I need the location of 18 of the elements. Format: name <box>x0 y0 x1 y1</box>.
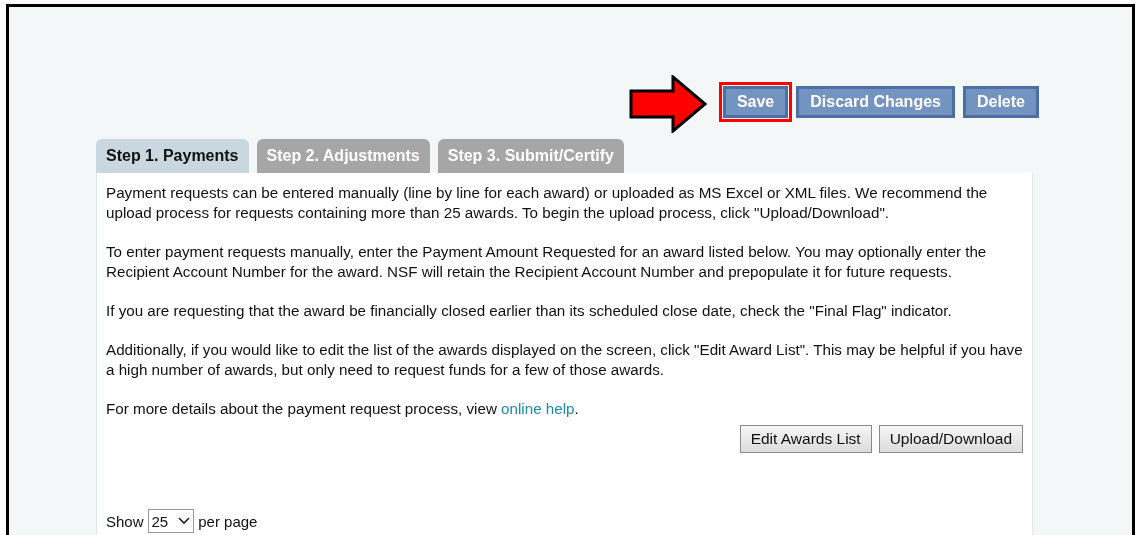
panel-button[interactable]: Edit Awards List <box>739 425 872 453</box>
page-size-select[interactable]: 25 <box>147 509 195 533</box>
per-page-label: per page <box>198 512 258 530</box>
action-button[interactable]: Discard Changes <box>796 86 955 118</box>
action-button[interactable]: Save <box>722 86 789 118</box>
paragraph: Additionally, if you would like to edit the list of the awards displayed on the screen, click "Edit Award List". This may be helpful if you have a high number of awards, but only need to request funds for a few of those awards. <box>106 340 1024 380</box>
paragraph: For more details about the payment request process, view online help. <box>106 399 580 419</box>
show-label: Show <box>106 512 144 530</box>
tab[interactable]: Step 3. Submit/Certify <box>437 139 624 173</box>
help-link[interactable]: online help <box>501 400 575 417</box>
paragraph: To enter payment requests manually, enter the Payment Amount Requested for an award listed below. You may optionally enter the Recipient Account Number for the award. NSF will retain the Recipient Account Number and prepopulate it for future requests. <box>106 242 988 282</box>
paragraph: If you are requesting that the award be financially closed earlier than its scheduled close date, check the "Final Flag" indicator. <box>106 301 953 321</box>
paragraph: Payment requests can be entered manually (line by line for each award) or uploaded as MS Excel or XML files. We recommend the upload process for requests containing more than 25 awards. To begin the upload process, click "Upload/Download". <box>106 183 989 223</box>
tab[interactable]: Step 2. Adjustments <box>256 139 430 173</box>
action-button[interactable]: Delete <box>962 86 1039 118</box>
panel-button[interactable]: Upload/Download <box>878 425 1023 453</box>
chevron-icon <box>178 517 191 525</box>
tab[interactable]: Step 1. Payments <box>96 139 249 173</box>
